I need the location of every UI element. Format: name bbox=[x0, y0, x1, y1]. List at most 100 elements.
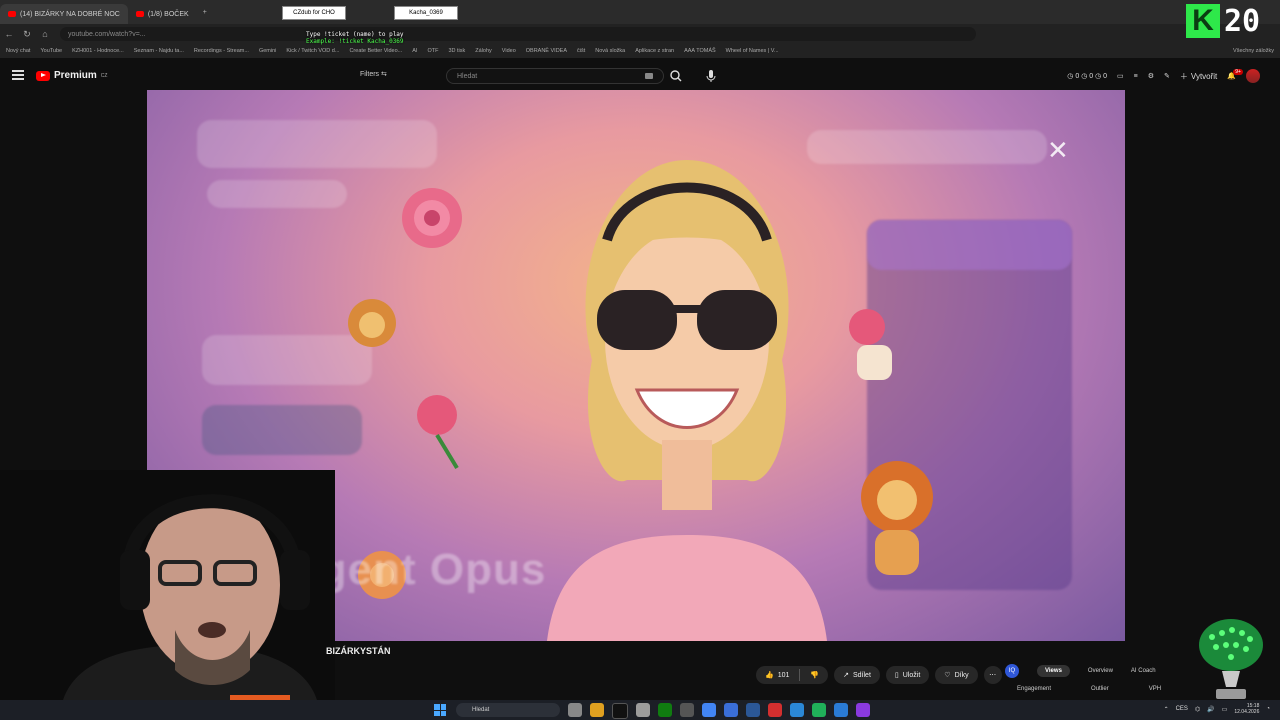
bookmark-item[interactable]: Video bbox=[502, 48, 516, 54]
share-button[interactable]: ↗ Sdílet bbox=[834, 666, 880, 684]
bookmark-item[interactable]: Zálohy bbox=[475, 48, 492, 54]
url-bar[interactable]: youtube.com/watch?v=... bbox=[60, 27, 976, 41]
language-indicator[interactable]: CES bbox=[1176, 706, 1188, 712]
header-actions: ◷ 0 ◷ 0 ◷ 0 ▭ ≡ ⚙ ✎ ＋ Vytvořit 🔔 9+ bbox=[1067, 69, 1260, 83]
clock-date: 12.04.2026 bbox=[1234, 709, 1260, 715]
search-input[interactable]: Hledat bbox=[446, 68, 664, 84]
settings-icon[interactable]: ⚙ bbox=[1148, 72, 1154, 80]
stream-overlay-box-2: Kacha_0369 bbox=[394, 6, 458, 20]
notifications-bell-icon[interactable]: 🔔 9+ bbox=[1227, 69, 1243, 80]
word-icon[interactable] bbox=[746, 703, 760, 717]
thanks-label: Díky bbox=[954, 671, 969, 679]
cartoon-woman-illustration bbox=[547, 160, 827, 641]
hamburger-menu-icon[interactable] bbox=[12, 70, 24, 80]
rose-icon bbox=[417, 395, 459, 470]
create-button[interactable]: ＋ Vytvořit bbox=[1180, 71, 1217, 82]
like-button[interactable]: 👍 101 👎 bbox=[756, 666, 829, 684]
bookmark-item[interactable]: YouTube bbox=[40, 48, 62, 54]
clock[interactable]: 15:18 12.04.2026 bbox=[1234, 703, 1259, 715]
bookmark-item[interactable]: Aplikace z stran bbox=[635, 48, 674, 54]
volume-icon[interactable]: 🔊 bbox=[1207, 706, 1214, 713]
blurred-top-bar bbox=[807, 130, 1047, 164]
bitcoin-trophy-overlay bbox=[1199, 619, 1263, 699]
vidiq-logo-icon[interactable]: IQ bbox=[1005, 664, 1019, 678]
app-icon[interactable] bbox=[790, 703, 804, 717]
reload-icon[interactable]: ↻ bbox=[18, 29, 36, 40]
playlist-icon[interactable]: ≡ bbox=[1134, 73, 1138, 80]
browser-tab-1[interactable]: (14) BIZÁRKY NA DOBRÉ NOC bbox=[0, 4, 128, 24]
search-icon[interactable] bbox=[668, 69, 684, 83]
back-icon[interactable]: ← bbox=[0, 29, 18, 39]
bookmark-item[interactable]: OBRANĚ VIDEA bbox=[526, 48, 567, 54]
bookmark-item[interactable]: Nová složka bbox=[595, 48, 625, 54]
network-icon[interactable]: ⌬ bbox=[1195, 706, 1200, 713]
tab-ai-coach[interactable]: AI Coach bbox=[1131, 668, 1156, 674]
notification-center-icon[interactable]: ◔ bbox=[1266, 706, 1270, 712]
rose-icon bbox=[402, 188, 462, 248]
extension-icons[interactable]: ◷ 0 ◷ 0 ◷ 0 bbox=[1067, 72, 1107, 80]
blurred-chat-header bbox=[867, 220, 1072, 270]
tab-views[interactable]: Views bbox=[1037, 665, 1070, 677]
cast-icon[interactable]: ▭ bbox=[1117, 72, 1124, 80]
youtube-premium-logo[interactable]: Premium CZ bbox=[36, 70, 107, 81]
bookmark-item[interactable]: Seznam - Najdu ta... bbox=[134, 48, 184, 54]
close-icon: ✕ bbox=[1047, 135, 1069, 165]
opera-icon[interactable] bbox=[768, 703, 782, 717]
tab-overview[interactable]: Overview bbox=[1088, 668, 1113, 674]
thanks-button[interactable]: ♡ Díky bbox=[935, 666, 978, 684]
bookmark-item[interactable]: Wheel of Names | V... bbox=[726, 48, 779, 54]
home-icon[interactable]: ⌂ bbox=[36, 29, 54, 39]
lion-with-rose-icon bbox=[849, 309, 892, 380]
obs-icon[interactable] bbox=[856, 703, 870, 717]
filters-button[interactable]: Filters ⇆ bbox=[360, 70, 387, 78]
chatgpt-icon[interactable] bbox=[636, 703, 650, 717]
chrome-icon[interactable] bbox=[702, 703, 716, 717]
thumbs-down-icon[interactable]: 👎 bbox=[810, 671, 819, 679]
tiktok-icon[interactable] bbox=[612, 703, 628, 719]
bookmark-item[interactable]: AI bbox=[412, 48, 417, 54]
vscode-icon[interactable] bbox=[834, 703, 848, 717]
windows-start-icon[interactable] bbox=[434, 704, 446, 716]
counter-number: 20 bbox=[1224, 3, 1261, 39]
keyboard-icon[interactable] bbox=[645, 73, 653, 79]
play-icon[interactable] bbox=[812, 703, 826, 717]
new-tab-button[interactable]: + bbox=[197, 9, 213, 16]
share-icon: ↗ bbox=[843, 672, 849, 679]
avatar[interactable] bbox=[1246, 69, 1260, 83]
microphone-icon[interactable] bbox=[704, 68, 718, 84]
chevron-up-icon[interactable]: ⌃ bbox=[1164, 706, 1169, 713]
browser-tab-2[interactable]: (1/8) BOČEK bbox=[128, 4, 197, 24]
bookmark-item[interactable]: Create Better Video... bbox=[349, 48, 402, 54]
logo-text: Premium bbox=[54, 70, 97, 81]
file-explorer-icon[interactable] bbox=[590, 703, 604, 717]
bookmarks-bar: Nový chat YouTube KZH001 - Hodnoce... Se… bbox=[0, 44, 1280, 58]
tab-label: (14) BIZÁRKY NA DOBRÉ NOC bbox=[20, 10, 120, 18]
app-icon[interactable] bbox=[680, 703, 694, 717]
ticker-line-2: Example: !ticket Kacha_0369 bbox=[306, 38, 404, 45]
metric-engagement: Engagement bbox=[1017, 686, 1052, 692]
bookmark-item[interactable]: Recordings - Stream... bbox=[194, 48, 249, 54]
bookmark-item[interactable]: čišt bbox=[577, 48, 585, 54]
app-icon[interactable] bbox=[724, 703, 738, 717]
xbox-icon[interactable] bbox=[658, 703, 672, 717]
bookmark-item[interactable]: Kick / Twitch VOD d... bbox=[286, 48, 339, 54]
taskbar-apps bbox=[568, 703, 870, 719]
bookmark-item[interactable]: Gemini bbox=[259, 48, 276, 54]
more-options-icon[interactable]: ⋯ bbox=[983, 666, 1002, 684]
bookmark-icon: ▯ bbox=[894, 672, 899, 679]
video-title: BIZÁRKYSTÁN bbox=[326, 646, 391, 656]
save-button[interactable]: ▯ Uložit bbox=[885, 666, 930, 684]
taskbar-search[interactable]: Hledat bbox=[456, 703, 560, 717]
bookmark-item[interactable]: 3D tisk bbox=[448, 48, 465, 54]
create-icon[interactable]: ✎ bbox=[1164, 72, 1170, 80]
bookmark-item[interactable]: Nový chat bbox=[6, 48, 30, 54]
bookmark-item[interactable]: AAA TOMÁŠ bbox=[684, 48, 716, 54]
task-view-icon[interactable] bbox=[568, 703, 582, 717]
like-count: 101 bbox=[777, 671, 790, 679]
bookmark-item[interactable]: Všechny záložky bbox=[1233, 48, 1280, 54]
bookmark-item[interactable]: OTF bbox=[427, 48, 438, 54]
battery-icon[interactable]: ▭ bbox=[1222, 706, 1228, 713]
youtube-play-icon bbox=[36, 70, 50, 81]
bookmark-item[interactable]: KZH001 - Hodnoce... bbox=[72, 48, 124, 54]
video-actions: 👍 101 👎 ↗ Sdílet ▯ Uložit ♡ Díky ⋯ bbox=[756, 666, 1002, 684]
